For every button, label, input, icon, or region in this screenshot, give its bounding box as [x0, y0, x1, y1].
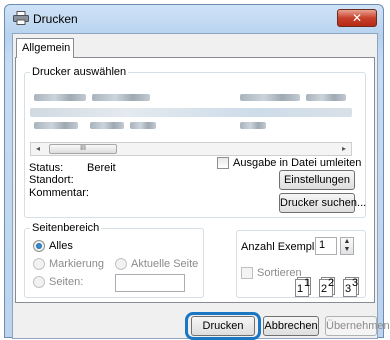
title-bar: Drucken ✕	[5, 5, 383, 31]
status-value: Bereit	[87, 162, 116, 174]
cancel-button[interactable]: Abbrechen	[263, 316, 319, 336]
print-to-file-label[interactable]: Ausgabe in Datei umleiten	[233, 157, 361, 169]
printer-item-blurred[interactable]	[34, 94, 86, 101]
location-label: Standort:	[29, 174, 74, 186]
range-selection-radio[interactable]	[33, 258, 45, 270]
printer-item-blurred[interactable]	[130, 122, 156, 129]
page-range-group: Seitenbereich Alles Markierung Aktuelle …	[24, 222, 204, 298]
range-all-label[interactable]: Alles	[49, 240, 73, 252]
tab-panel-allgemein: Drucker auswählen ◂ III ▸ Status: Bereit…	[15, 57, 375, 303]
collate-page-number: 1	[297, 283, 304, 295]
range-current-page-radio[interactable]	[115, 258, 127, 270]
copies-spinner[interactable]: ▲ ▼	[340, 237, 354, 255]
pages-input[interactable]	[115, 274, 185, 292]
range-pages-label[interactable]: Seiten:	[49, 276, 83, 288]
spin-down-icon[interactable]: ▼	[341, 246, 353, 254]
apply-button[interactable]: Übernehmen	[325, 316, 390, 336]
range-pages-radio[interactable]	[33, 276, 45, 288]
printer-group-legend: Drucker auswählen	[32, 66, 127, 78]
collate-page-number: 2	[321, 283, 328, 295]
printer-item-blurred[interactable]	[240, 122, 266, 129]
printer-select-group: Drucker auswählen ◂ III ▸ Status: Bereit…	[24, 66, 366, 218]
dialog-client-area: Allgemein Drucker auswählen ◂ III ▸ Stat…	[12, 33, 390, 340]
scroll-right-icon[interactable]: ▸	[337, 143, 351, 155]
print-dialog-window: Drucken ✕ Allgemein Drucker auswählen ◂ …	[4, 4, 390, 340]
collate-checkbox[interactable]	[241, 267, 253, 279]
printer-item-blurred[interactable]	[90, 122, 124, 129]
printer-list-scrollbar[interactable]: ◂ III ▸	[30, 142, 352, 156]
printer-item-blurred[interactable]	[34, 122, 78, 129]
copies-group: Anzahl Exemplare: 1 ▲ ▼ Sortieren 1 1 2 …	[236, 230, 366, 298]
print-to-file-checkbox[interactable]	[217, 157, 229, 169]
collate-page-number: 1	[304, 277, 311, 289]
collate-label[interactable]: Sortieren	[257, 267, 302, 279]
collate-page-number: 3	[352, 277, 359, 289]
print-button[interactable]: Drucken	[191, 316, 255, 336]
range-selection-label[interactable]: Markierung	[49, 258, 104, 270]
printer-item-blurred[interactable]	[92, 94, 150, 101]
close-button[interactable]: ✕	[337, 9, 377, 27]
copies-input[interactable]: 1	[315, 237, 337, 255]
printer-list[interactable]	[30, 88, 352, 140]
range-current-page-label[interactable]: Aktuelle Seite	[131, 258, 198, 270]
page-range-legend: Seitenbereich	[32, 222, 100, 234]
collate-page-number: 3	[345, 283, 352, 295]
printer-item-blurred[interactable]	[306, 94, 346, 101]
printer-item-blurred[interactable]	[240, 94, 300, 101]
status-label: Status:	[29, 162, 64, 174]
close-icon: ✕	[351, 11, 363, 25]
window-title: Drucken	[33, 12, 78, 26]
comment-label: Kommentar:	[29, 187, 89, 199]
printer-item-selected[interactable]	[30, 108, 352, 117]
preferences-button[interactable]: Einstellungen	[279, 170, 355, 190]
spin-up-icon[interactable]: ▲	[341, 238, 353, 246]
collate-page-number: 2	[328, 277, 335, 289]
tab-allgemein[interactable]: Allgemein	[16, 38, 74, 58]
find-printer-button[interactable]: Drucker suchen...	[279, 193, 366, 213]
range-all-radio[interactable]	[33, 240, 45, 252]
scroll-left-icon[interactable]: ◂	[31, 143, 45, 155]
scrollbar-thumb[interactable]: III	[49, 144, 117, 154]
printer-icon	[13, 11, 29, 25]
